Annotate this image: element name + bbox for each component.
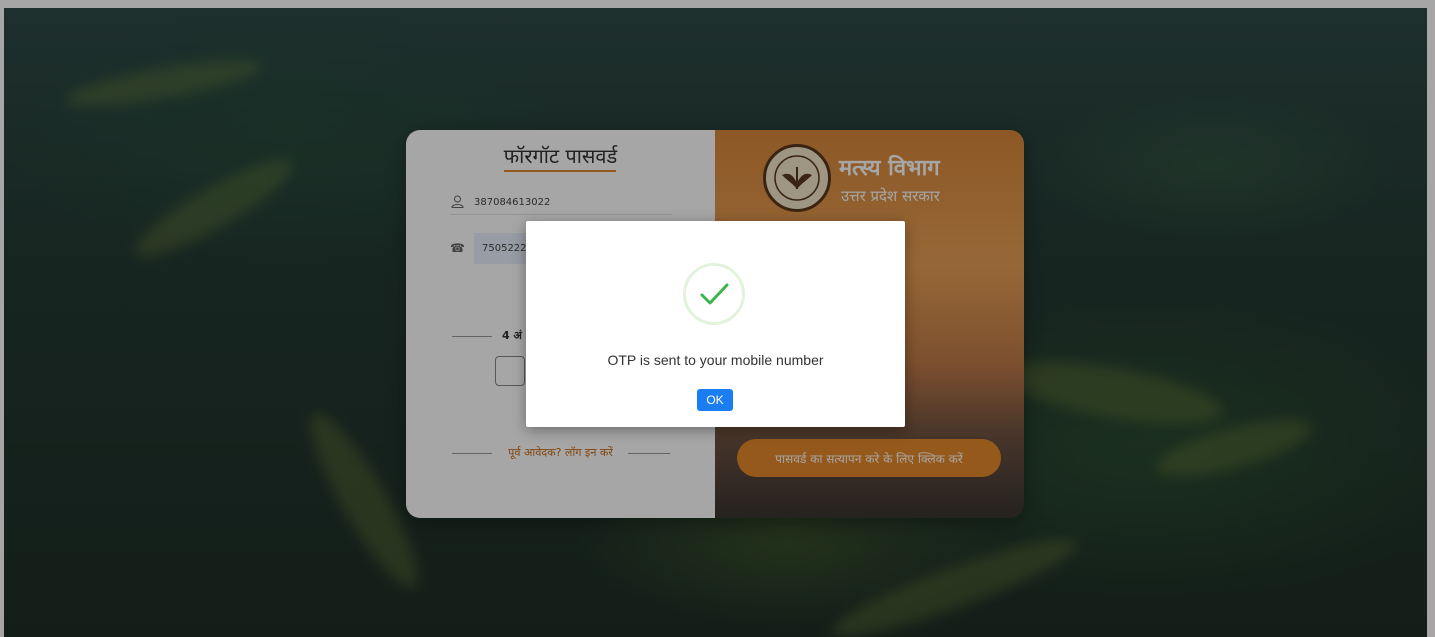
otp-sent-dialog: OTP is sent to your mobile number OK [526, 221, 905, 427]
success-check-icon [683, 263, 745, 325]
dialog-message: OTP is sent to your mobile number [607, 352, 824, 368]
ok-button[interactable]: OK [697, 389, 733, 411]
